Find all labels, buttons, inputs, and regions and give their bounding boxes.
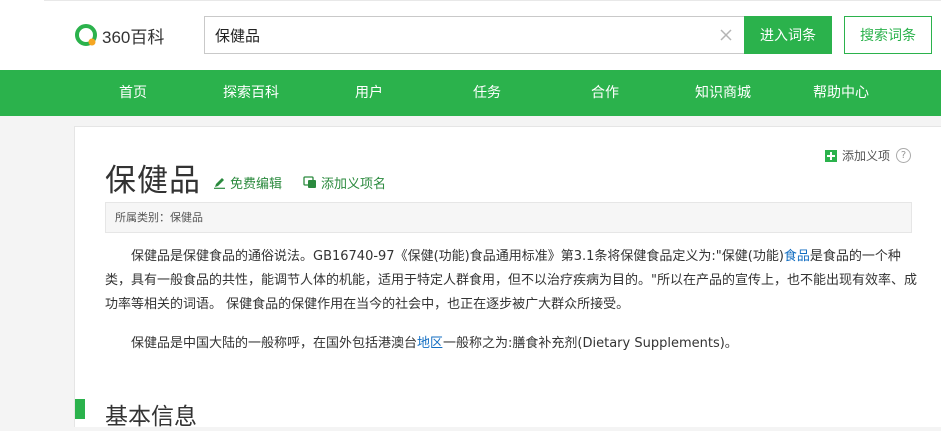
second-text-a: 保健品是中国大陆的一般称呼，在国外包括港澳台 (131, 336, 418, 351)
nav-item-users[interactable]: 用户 (310, 70, 428, 116)
intro-text-a: 保健品是保健食品的通俗说法。GB16740-97《保健(功能)食品通用标准》第3… (131, 249, 784, 264)
logo-text: 360百科 (102, 27, 165, 47)
search-box (204, 16, 744, 54)
second-paragraph: 保健品是中国大陆的一般称呼，在国外包括港澳台地区一般称之为:膳食补充剂(Diet… (105, 332, 917, 356)
article-card: 添加义项 ? 保健品 免费编辑 添加义项名 所属类别：保健品 保健品是保健食品的… (74, 126, 941, 430)
search-entry-button[interactable]: 搜索词条 (844, 16, 932, 54)
category-link[interactable]: 保健品 (170, 211, 203, 224)
nav-item-explore[interactable]: 探索百科 (192, 70, 310, 116)
intro-paragraph: 保健品是保健食品的通俗说法。GB16740-97《保健(功能)食品通用标准》第3… (105, 245, 917, 317)
close-icon[interactable] (717, 26, 735, 44)
category-prefix: 所属类别： (115, 211, 170, 224)
nav-item-home[interactable]: 首页 (74, 70, 192, 116)
add-sense-item[interactable]: 添加义项 ? (825, 147, 912, 164)
section-marker (75, 399, 85, 419)
pencil-icon (214, 178, 225, 189)
food-link[interactable]: 食品 (784, 249, 810, 264)
plus-icon (825, 149, 837, 162)
free-edit-link[interactable]: 免费编辑 (213, 173, 282, 192)
nav-item-help-center[interactable]: 帮助中心 (782, 70, 900, 116)
logo-icon (74, 23, 98, 47)
add-sense-name-label: 添加义项名 (321, 177, 387, 192)
nav-item-tasks[interactable]: 任务 (428, 70, 546, 116)
enter-entry-button[interactable]: 进入词条 (744, 16, 832, 54)
nav-item-knowledge-mall[interactable]: 知识商城 (664, 70, 782, 116)
help-icon[interactable]: ? (896, 148, 912, 163)
add-sense-name-link[interactable]: 添加义项名 (303, 173, 386, 192)
add-sense-item-label: 添加义项 (842, 149, 891, 163)
page-title: 保健品 (105, 163, 201, 199)
add-sense-icon (303, 176, 316, 188)
section-title-basic-info: 基本信息 (105, 404, 197, 430)
second-text-b: 一般称之为:膳食补充剂(Dietary Supplements)。 (443, 336, 738, 351)
nav-item-cooperation[interactable]: 合作 (546, 70, 664, 116)
free-edit-label: 免费编辑 (230, 177, 283, 192)
logo[interactable]: 360百科 (74, 22, 164, 48)
main-nav: 首页 探索百科 用户 任务 合作 知识商城 帮助中心 (0, 70, 941, 116)
search-input[interactable] (215, 17, 705, 53)
category-bar: 所属类别：保健品 (105, 202, 912, 233)
header-divider (44, 0, 941, 1)
header: 360百科 进入词条 搜索词条 (0, 0, 941, 70)
region-link[interactable]: 地区 (417, 336, 443, 351)
